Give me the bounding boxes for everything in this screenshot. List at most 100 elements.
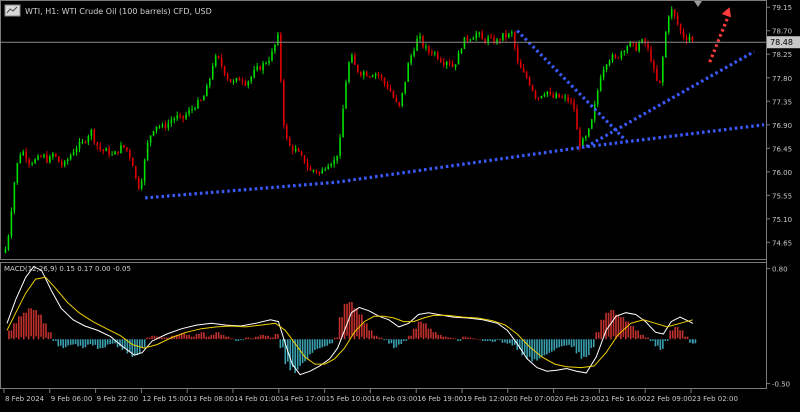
candle-body xyxy=(448,61,451,64)
macd-histogram-bar xyxy=(536,339,538,361)
macd-histogram-bar xyxy=(203,332,205,339)
macd-histogram-bar xyxy=(531,339,533,362)
macd-histogram-bar xyxy=(84,339,87,348)
macd-histogram-bar xyxy=(632,326,635,338)
candle-body xyxy=(579,129,581,147)
candle-body xyxy=(508,33,510,38)
candle-body xyxy=(152,131,155,136)
macd-histogram-bar xyxy=(146,337,148,340)
candle-body xyxy=(102,149,104,152)
macd-histogram-bar xyxy=(637,330,639,339)
candle-body xyxy=(679,24,682,32)
candle-body xyxy=(327,166,330,170)
candle-body xyxy=(404,81,407,93)
candle-body xyxy=(413,50,415,56)
candle-body xyxy=(217,56,220,58)
target-arrow-shaft xyxy=(708,12,731,63)
macd-histogram-bar xyxy=(543,339,546,356)
macd-histogram-bar xyxy=(94,339,97,345)
candle-body xyxy=(250,77,253,82)
macd-histogram-bar xyxy=(311,339,314,353)
chart-canvas[interactable]: 79.15 78.70 78.25 77.80 77.35 76.90 76.45 76.00… xyxy=(0,0,800,407)
macd-histogram-bar xyxy=(59,339,62,346)
macd-histogram-bar xyxy=(417,321,420,340)
macd-histogram-bar xyxy=(600,319,602,340)
macd-histogram-bar xyxy=(365,323,368,338)
time-tick-label: 16 Feb 03:00 xyxy=(371,395,417,403)
candle-body xyxy=(481,32,484,40)
macd-histogram-bar xyxy=(215,332,218,340)
candle-body xyxy=(167,123,170,128)
candle-body xyxy=(351,55,353,63)
candle-body xyxy=(611,55,614,61)
macd-histogram-bar xyxy=(306,339,309,360)
macd-histogram-bar xyxy=(262,334,264,339)
candle-body xyxy=(659,80,661,83)
candle-body xyxy=(561,97,563,99)
candle-body xyxy=(72,152,75,156)
macd-histogram-bar xyxy=(77,339,79,347)
chart-title: WTI, H1: WTI Crude Oil (100 barrels) CFD… xyxy=(25,7,212,16)
macd-histogram-bar xyxy=(321,339,324,348)
macd-histogram-bar xyxy=(161,337,163,340)
candle-body xyxy=(158,126,161,128)
candle-body xyxy=(534,90,537,98)
candle-body xyxy=(114,151,116,155)
candle-body xyxy=(232,81,235,83)
candle-body xyxy=(685,37,688,41)
macd-histogram-bar xyxy=(405,339,408,341)
candle-body xyxy=(262,63,264,71)
macd-histogram-bar xyxy=(87,339,89,345)
macd-histogram-bar xyxy=(282,339,284,348)
macd-histogram-bar xyxy=(121,339,124,350)
candle-body xyxy=(638,43,640,51)
candle-body xyxy=(502,33,504,41)
macd-histogram-bar xyxy=(654,339,657,347)
macd-histogram-bar xyxy=(588,339,590,356)
macd-histogram-bar xyxy=(143,339,146,348)
macd-histogram-bar xyxy=(472,338,474,340)
macd-histogram-bar xyxy=(496,339,499,341)
macd-histogram-bar xyxy=(62,339,65,349)
price-tick-label: 74.65 xyxy=(772,239,792,247)
candle-body xyxy=(428,46,430,53)
candle-body xyxy=(49,156,51,163)
macd-histogram-bar xyxy=(671,330,674,339)
macd-histogram-bar xyxy=(400,339,403,345)
candle-body xyxy=(457,52,460,65)
macd-histogram-bar xyxy=(264,335,267,340)
candle-body xyxy=(288,138,291,146)
candle-body xyxy=(194,108,196,110)
macd-histogram-bar xyxy=(348,302,351,340)
macd-histogram-bar xyxy=(235,339,237,342)
macd-histogram-bar xyxy=(274,333,277,340)
candle-body xyxy=(16,162,19,183)
macd-histogram-bar xyxy=(242,339,245,341)
candle-body xyxy=(223,66,226,75)
macd-histogram-bar xyxy=(22,312,25,340)
macd-histogram-bar xyxy=(694,339,697,344)
macd-histogram-bar xyxy=(612,310,615,337)
macd-histogram-bar xyxy=(240,339,242,341)
candle-body xyxy=(43,154,45,158)
candle-body xyxy=(374,73,377,76)
candle-body xyxy=(244,81,247,86)
macd-histogram-bar xyxy=(560,339,563,347)
macd-histogram-bar xyxy=(420,321,422,338)
macd-histogram-bar xyxy=(629,326,632,340)
candle-body xyxy=(650,48,652,62)
macd-histogram-bar xyxy=(692,339,694,344)
candle-body xyxy=(259,66,261,71)
macd-histogram-bar xyxy=(296,339,299,370)
candle-body xyxy=(309,167,312,171)
macd-histogram-bar xyxy=(585,339,588,357)
macd-histogram-bar xyxy=(689,339,691,343)
macd-histogram-bar xyxy=(546,339,548,355)
candle-body xyxy=(315,170,318,172)
macd-histogram-bar xyxy=(622,317,625,338)
candle-body xyxy=(401,92,404,106)
chart-shift-marker[interactable] xyxy=(694,1,702,7)
candle-body xyxy=(425,46,427,48)
candle-body xyxy=(120,145,122,153)
candle-body xyxy=(552,94,555,98)
